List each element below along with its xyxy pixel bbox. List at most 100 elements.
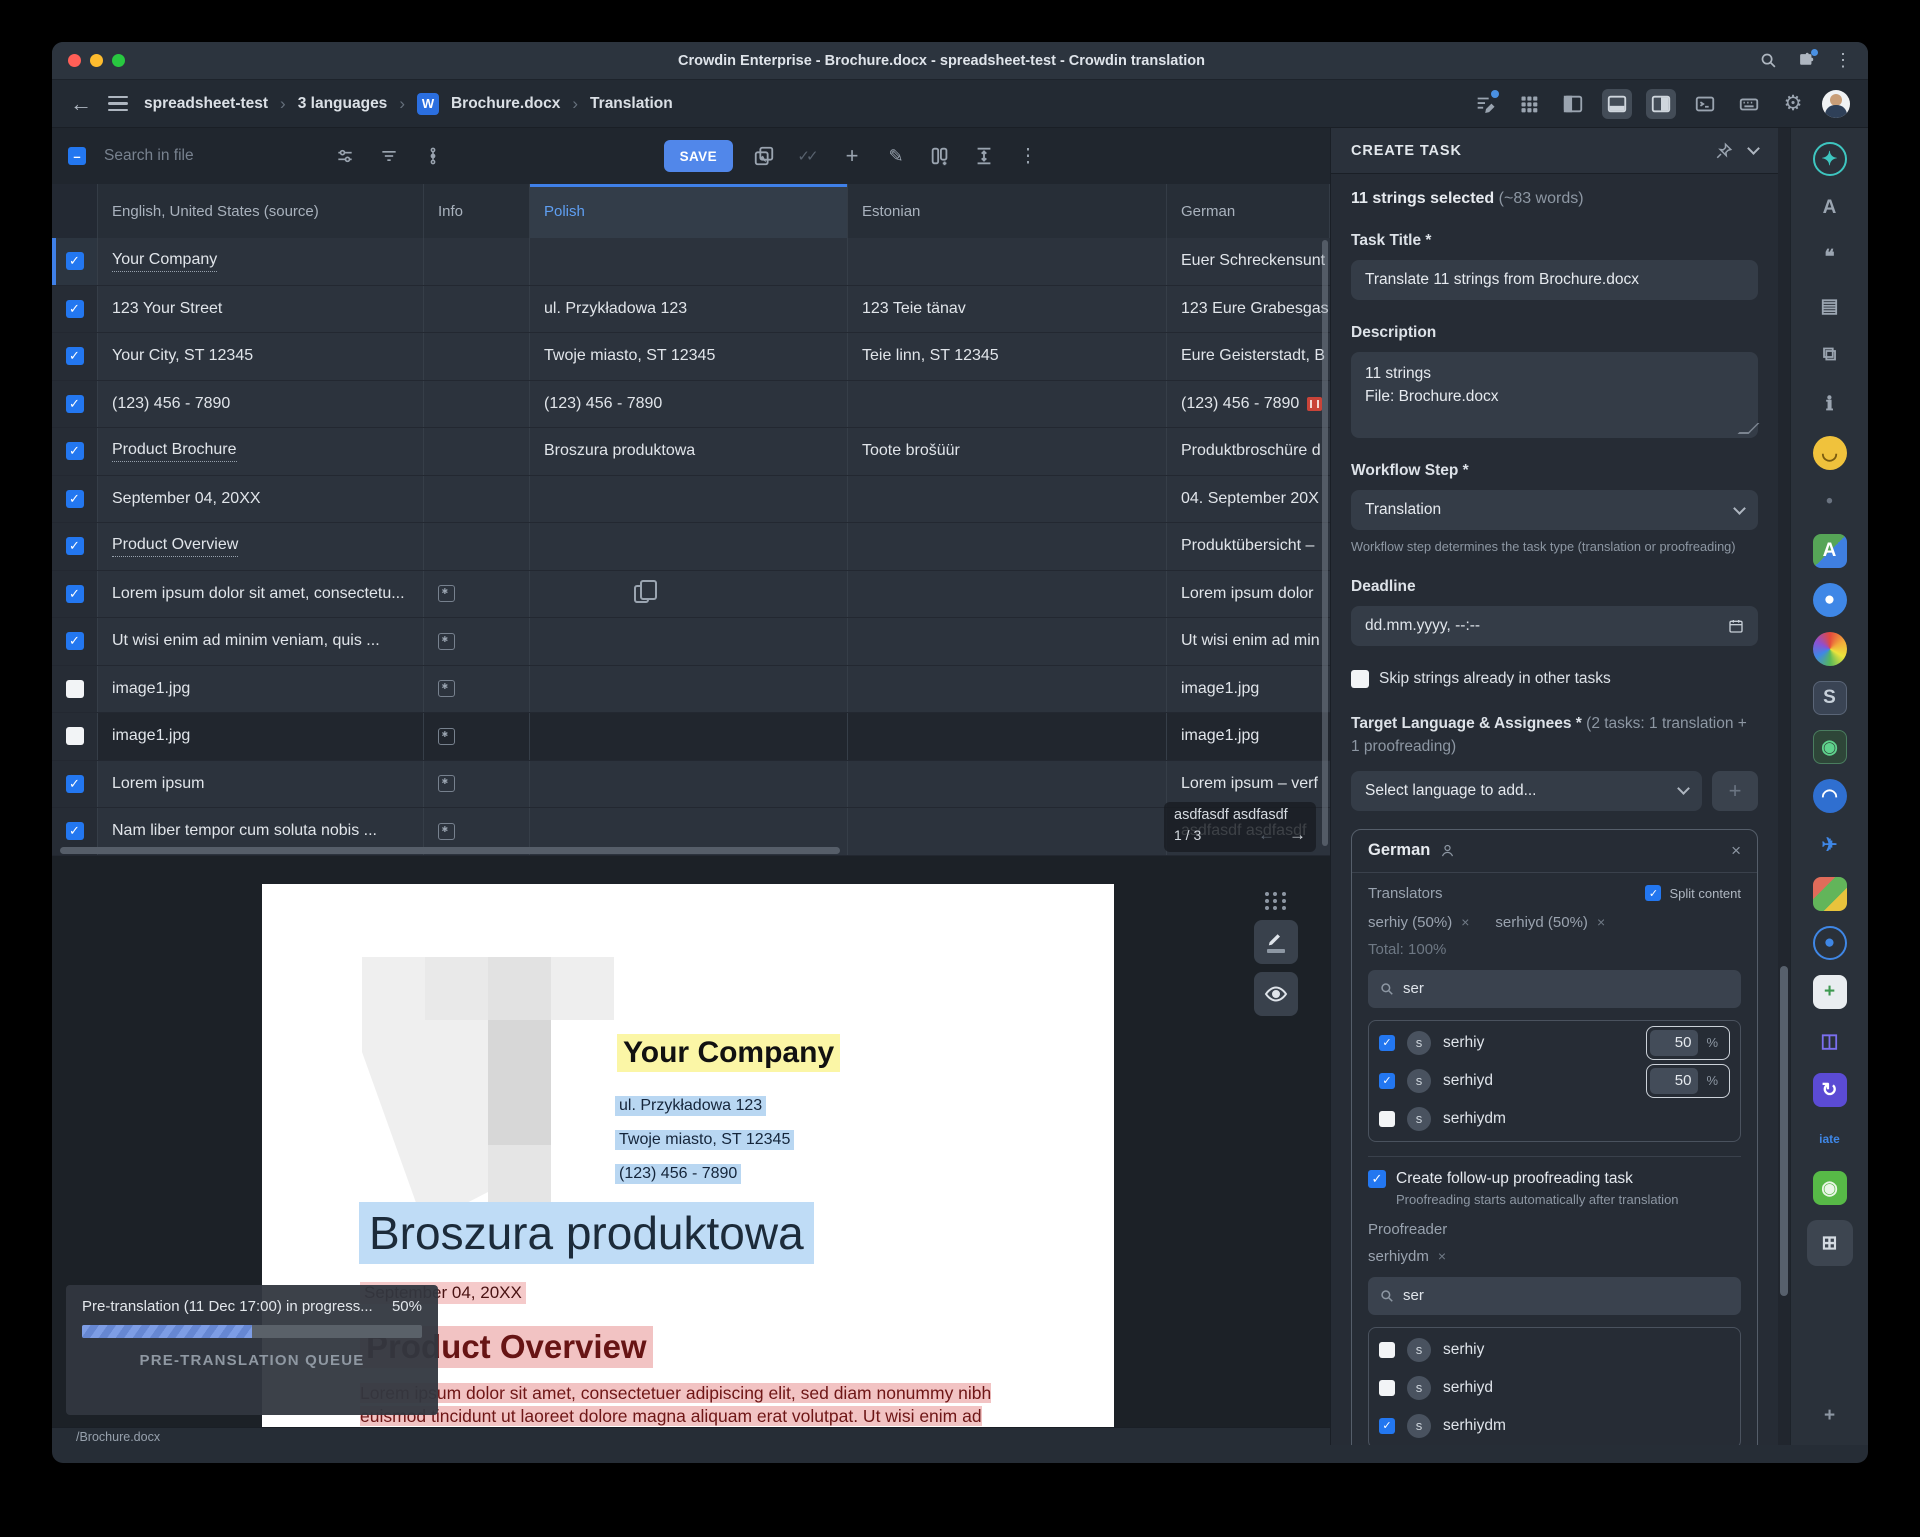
green-eye-app-icon[interactable]: ◉ [1813,1171,1847,1205]
column-header-polish[interactable]: Polish [530,184,848,238]
proofreader-search-input[interactable]: ser [1368,1277,1741,1315]
card-list-icon[interactable]: ▤ [1813,289,1847,323]
smiley-app-icon[interactable]: ◡ [1813,436,1847,470]
machine-translation-app-icon[interactable]: A [1813,534,1847,568]
assignee-option[interactable]: ✓sserhiydm [1379,1407,1730,1445]
drag-handle-icon[interactable] [1265,892,1287,910]
polish-translation[interactable]: (123) 456 - 7890 [544,395,662,413]
preview-eye-app-icon[interactable]: ● [1813,583,1847,617]
fit-rows-icon[interactable] [971,143,997,169]
table-row[interactable]: ✓September 04, 20XX04. September 20X [52,476,1330,524]
extensions-icon[interactable] [1796,51,1816,71]
pages-icon[interactable]: ⧉ [1813,338,1847,372]
row-checkbox[interactable]: ✓ [66,347,84,365]
table-row[interactable]: ✓Your City, ST 12345Twoje miasto, ST 123… [52,333,1330,381]
column-header-info[interactable]: Info [424,184,530,238]
description-textarea[interactable]: 11 strings File: Brochure.docx [1351,352,1758,438]
table-vertical-scrollbar[interactable] [1322,240,1328,846]
keyboard-shortcuts-icon[interactable] [1734,89,1764,119]
german-translation[interactable]: (123) 456 - 7890 [1181,395,1299,413]
row-checkbox[interactable]: ✓ [66,395,84,413]
translate-icon[interactable]: A [1813,191,1847,225]
iate-app-icon[interactable]: iate [1813,1122,1847,1156]
color-wheel-app-icon[interactable] [1813,632,1847,666]
polish-translation[interactable]: ul. Przykładowa 123 [544,300,687,318]
browser-menu-icon[interactable]: ⋮ [1834,50,1852,71]
german-translation[interactable]: Eure Geisterstadt, B [1181,347,1325,365]
deadline-input[interactable]: dd.mm.yyyy, --:-- [1351,606,1758,646]
create-task-strip-icon[interactable]: ⊞ [1807,1220,1853,1266]
share-input[interactable]: 50% [1646,1064,1730,1098]
horizontal-scrollbar[interactable] [52,847,1330,854]
german-translation[interactable]: Ut wisi enim ad min [1181,632,1320,650]
zoom-window-button[interactable] [112,54,125,67]
table-row[interactable]: ✓Lorem ipsum dolor sit amet, consectetu.… [52,571,1330,619]
translator-search-input[interactable]: ser [1368,970,1741,1008]
row-checkbox[interactable] [66,680,84,698]
german-translation[interactable]: image1.jpg [1181,680,1259,698]
minimize-window-button[interactable] [90,54,103,67]
remove-proofreader-icon[interactable]: × [1438,1248,1446,1264]
row-checkbox[interactable]: ✓ [66,252,84,270]
eye-outline-app-icon[interactable]: ● [1813,926,1847,960]
layout-right-panel-icon[interactable] [1646,89,1676,119]
german-translation[interactable]: 04. September 20X [1181,490,1319,508]
table-row[interactable]: ✓Ut wisi enim ad minim veniam, quis ...U… [52,618,1330,666]
table-row[interactable]: ✓Lorem ipsumLorem ipsum – verf [52,761,1330,809]
skip-strings-checkbox[interactable] [1351,670,1369,688]
german-translation[interactable]: 123 Eure Grabesgas [1181,300,1329,318]
layout-left-panel-icon[interactable] [1558,89,1588,119]
add-language-button[interactable]: + [1712,771,1758,811]
breadcrumb-file[interactable]: Brochure.docx [451,95,560,113]
search-input[interactable]: Search in file [104,147,314,165]
row-checkbox[interactable]: ✓ [66,537,84,555]
table-row[interactable]: image1.jpgimage1.jpg [52,666,1330,714]
german-translation[interactable]: Lorem ipsum – verf [1181,775,1318,793]
user-avatar[interactable] [1822,90,1850,118]
console-icon[interactable] [1690,89,1720,119]
document-info-icon[interactable]: ℹ [1813,387,1847,421]
table-row[interactable]: ✓Product OverviewProduktübersicht – [52,523,1330,571]
filter-icon[interactable] [376,143,402,169]
table-row[interactable]: ✓(123) 456 - 7890(123) 456 - 7890(123) 4… [52,381,1330,429]
column-header-english[interactable]: English, United States (source) [98,184,424,238]
german-translation[interactable]: Euer Schreckensunt [1181,252,1325,270]
table-row[interactable]: ✓Product BrochureBroszura produktowaToot… [52,428,1330,476]
row-checkbox[interactable]: ✓ [66,300,84,318]
my-tasks-icon[interactable] [1470,89,1500,119]
save-button[interactable]: SAVE [664,140,733,172]
close-window-button[interactable] [68,54,81,67]
main-menu-icon[interactable] [108,96,128,112]
german-translation[interactable]: Lorem ipsum dolor [1181,585,1314,603]
table-row[interactable]: ✓123 Your Streetul. Przykładowa 123123 T… [52,286,1330,334]
assignee-option[interactable]: sserhiy [1379,1331,1730,1369]
breadcrumb-languages[interactable]: 3 languages [298,95,388,113]
doc-plus-app-icon[interactable]: + [1813,975,1847,1009]
workflow-flow-icon[interactable] [420,143,446,169]
followup-proofreading-checkbox[interactable]: ✓ [1368,1170,1386,1188]
edit-icon[interactable]: ✎ [883,143,909,169]
add-app-icon[interactable]: + [1813,1399,1847,1433]
assignee-option[interactable]: ✓sserhiyd50% [1379,1062,1730,1100]
browser-search-icon[interactable] [1758,51,1778,71]
estonian-translation[interactable]: Toote brošüür [862,442,960,460]
dot-separator-icon[interactable]: • [1813,485,1847,519]
assignee-checkbox[interactable] [1379,1380,1395,1396]
row-checkbox[interactable]: ✓ [66,442,84,460]
row-checkbox[interactable]: ✓ [66,775,84,793]
row-checkbox[interactable] [66,727,84,745]
german-translation[interactable]: Produktübersicht – [1181,537,1314,555]
language-select[interactable]: Select language to add... [1351,771,1702,811]
german-translation[interactable]: image1.jpg [1181,727,1259,745]
select-all-checkbox[interactable]: – [68,147,86,165]
workflow-step-select[interactable]: Translation [1351,490,1758,530]
assignee-checkbox[interactable] [1379,1342,1395,1358]
table-row[interactable]: image1.jpgimage1.jpg [52,713,1330,761]
polish-translation[interactable]: Twoje miasto, ST 12345 [544,347,715,365]
assignee-option[interactable]: sserhiyd [1379,1369,1730,1407]
pretranslation-queue-link[interactable]: PRE-TRANSLATION QUEUE [82,1352,422,1369]
preview-edit-button[interactable] [1254,920,1298,964]
add-column-icon[interactable] [927,143,953,169]
green-lens-app-icon[interactable]: ◉ [1813,730,1847,764]
assignee-option[interactable]: ✓sserhiy50% [1379,1024,1730,1062]
